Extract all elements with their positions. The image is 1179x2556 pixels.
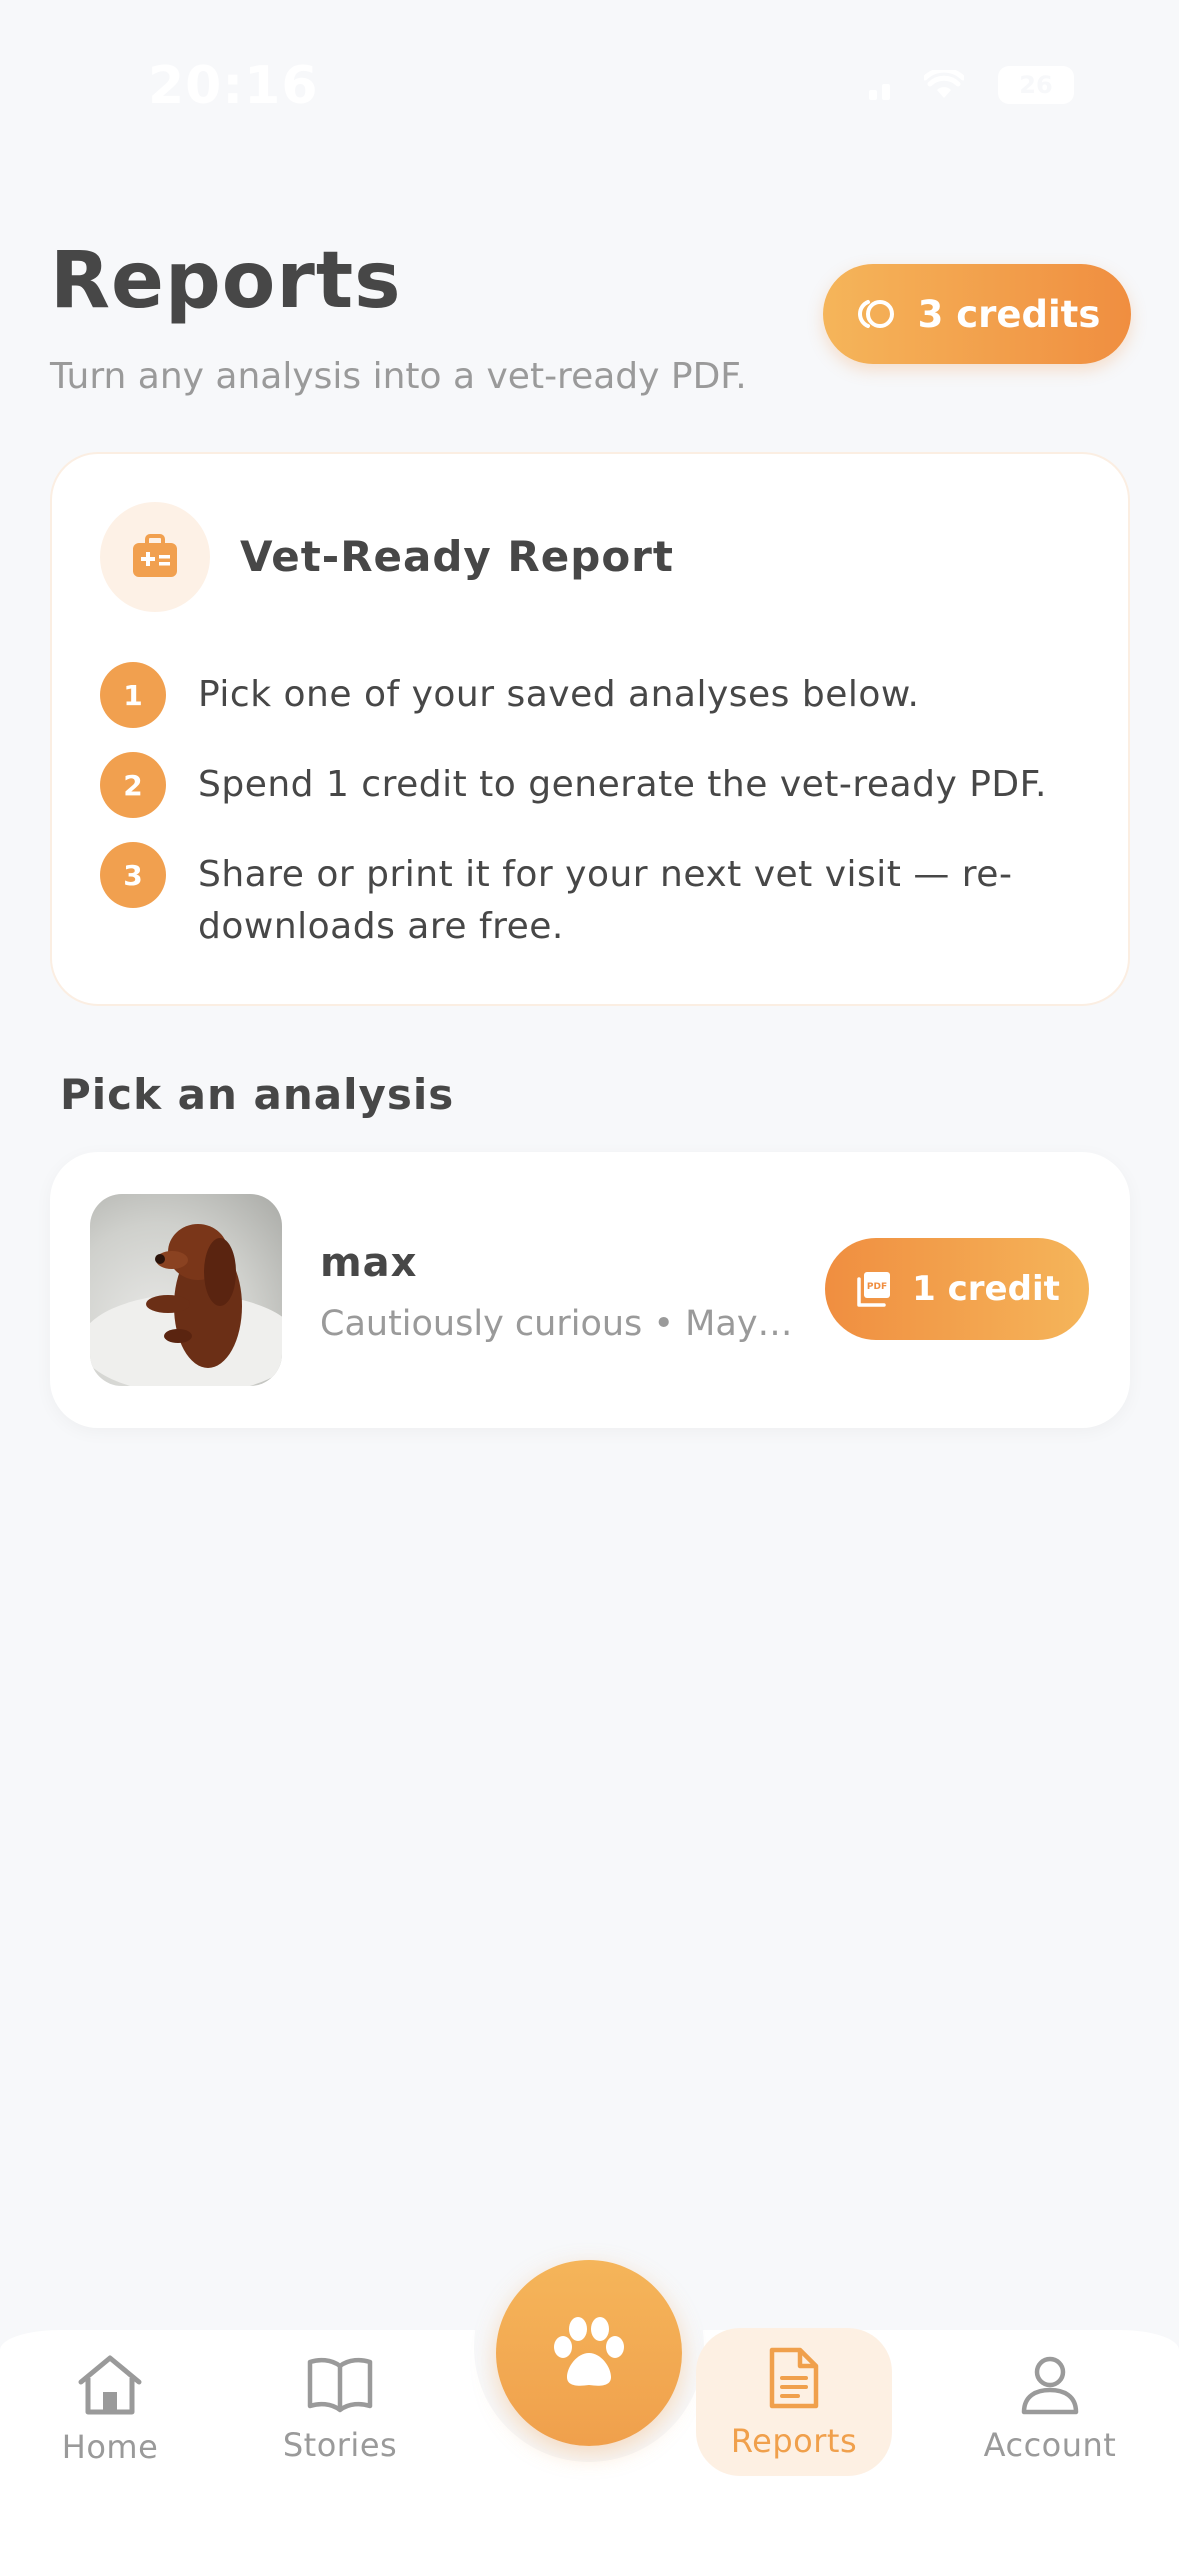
page-title: Reports [50,236,402,326]
generate-report-button[interactable]: PDF 1 credit [825,1238,1089,1340]
battery-icon: 26 [998,66,1074,104]
medical-kit-icon [100,502,210,612]
status-icons: 26 [869,66,1074,104]
analysis-card[interactable]: max Cautiously curious • May… PDF 1 cred… [50,1152,1130,1428]
paw-icon [554,2317,624,2386]
home-icon [78,2355,142,2415]
credits-label: 3 credits [917,292,1101,336]
tab-label: Home [61,2428,159,2466]
signal-icon [869,70,890,100]
svg-text:PDF: PDF [867,1282,887,1292]
section-title: Pick an analysis [60,1070,455,1119]
tab-stories[interactable]: Stories [250,2334,430,2484]
step-text: Share or print it for your next vet visi… [198,854,1013,947]
step-item: 2 Spend 1 credit to generate the vet-rea… [100,752,1068,818]
step-number: 3 [100,842,166,908]
status-bar: 20:16 26 [0,0,1179,170]
tab-label: Account [983,2426,1117,2464]
book-icon [307,2357,373,2413]
step-text: Spend 1 credit to generate the vet-ready… [198,764,1047,805]
card-title: Vet-Ready Report [240,532,674,581]
wifi-icon [924,70,964,98]
step-text: Pick one of your saved analyses below. [198,674,920,715]
step-item: 1 Pick one of your saved analyses below. [100,662,1068,728]
step-number: 1 [100,662,166,728]
tab-label: Reports [730,2422,858,2460]
page-subtitle: Turn any analysis into a vet-ready PDF. [50,356,747,397]
coins-icon [857,300,894,328]
pdf-icon: PDF [857,1272,891,1307]
new-analysis-button[interactable] [496,2260,682,2446]
document-icon [769,2347,819,2409]
tab-home[interactable]: Home [20,2334,200,2484]
vet-report-info-card: Vet-Ready Report 1 Pick one of your save… [50,452,1130,1006]
step-item: 3 Share or print it for your next vet vi… [100,842,1068,953]
tab-account[interactable]: Account [960,2334,1140,2484]
pet-name: max [320,1240,418,1286]
person-icon [1021,2356,1079,2415]
tab-label: Stories [282,2426,398,2464]
credits-badge[interactable]: 3 credits [823,264,1131,364]
status-time: 20:16 [148,56,319,116]
pet-photo [90,1194,282,1386]
step-number: 2 [100,752,166,818]
credit-button-label: 1 credit [912,1269,1060,1309]
tab-reports[interactable]: Reports [696,2328,892,2476]
analysis-meta: Cautiously curious • May… [320,1304,793,1344]
